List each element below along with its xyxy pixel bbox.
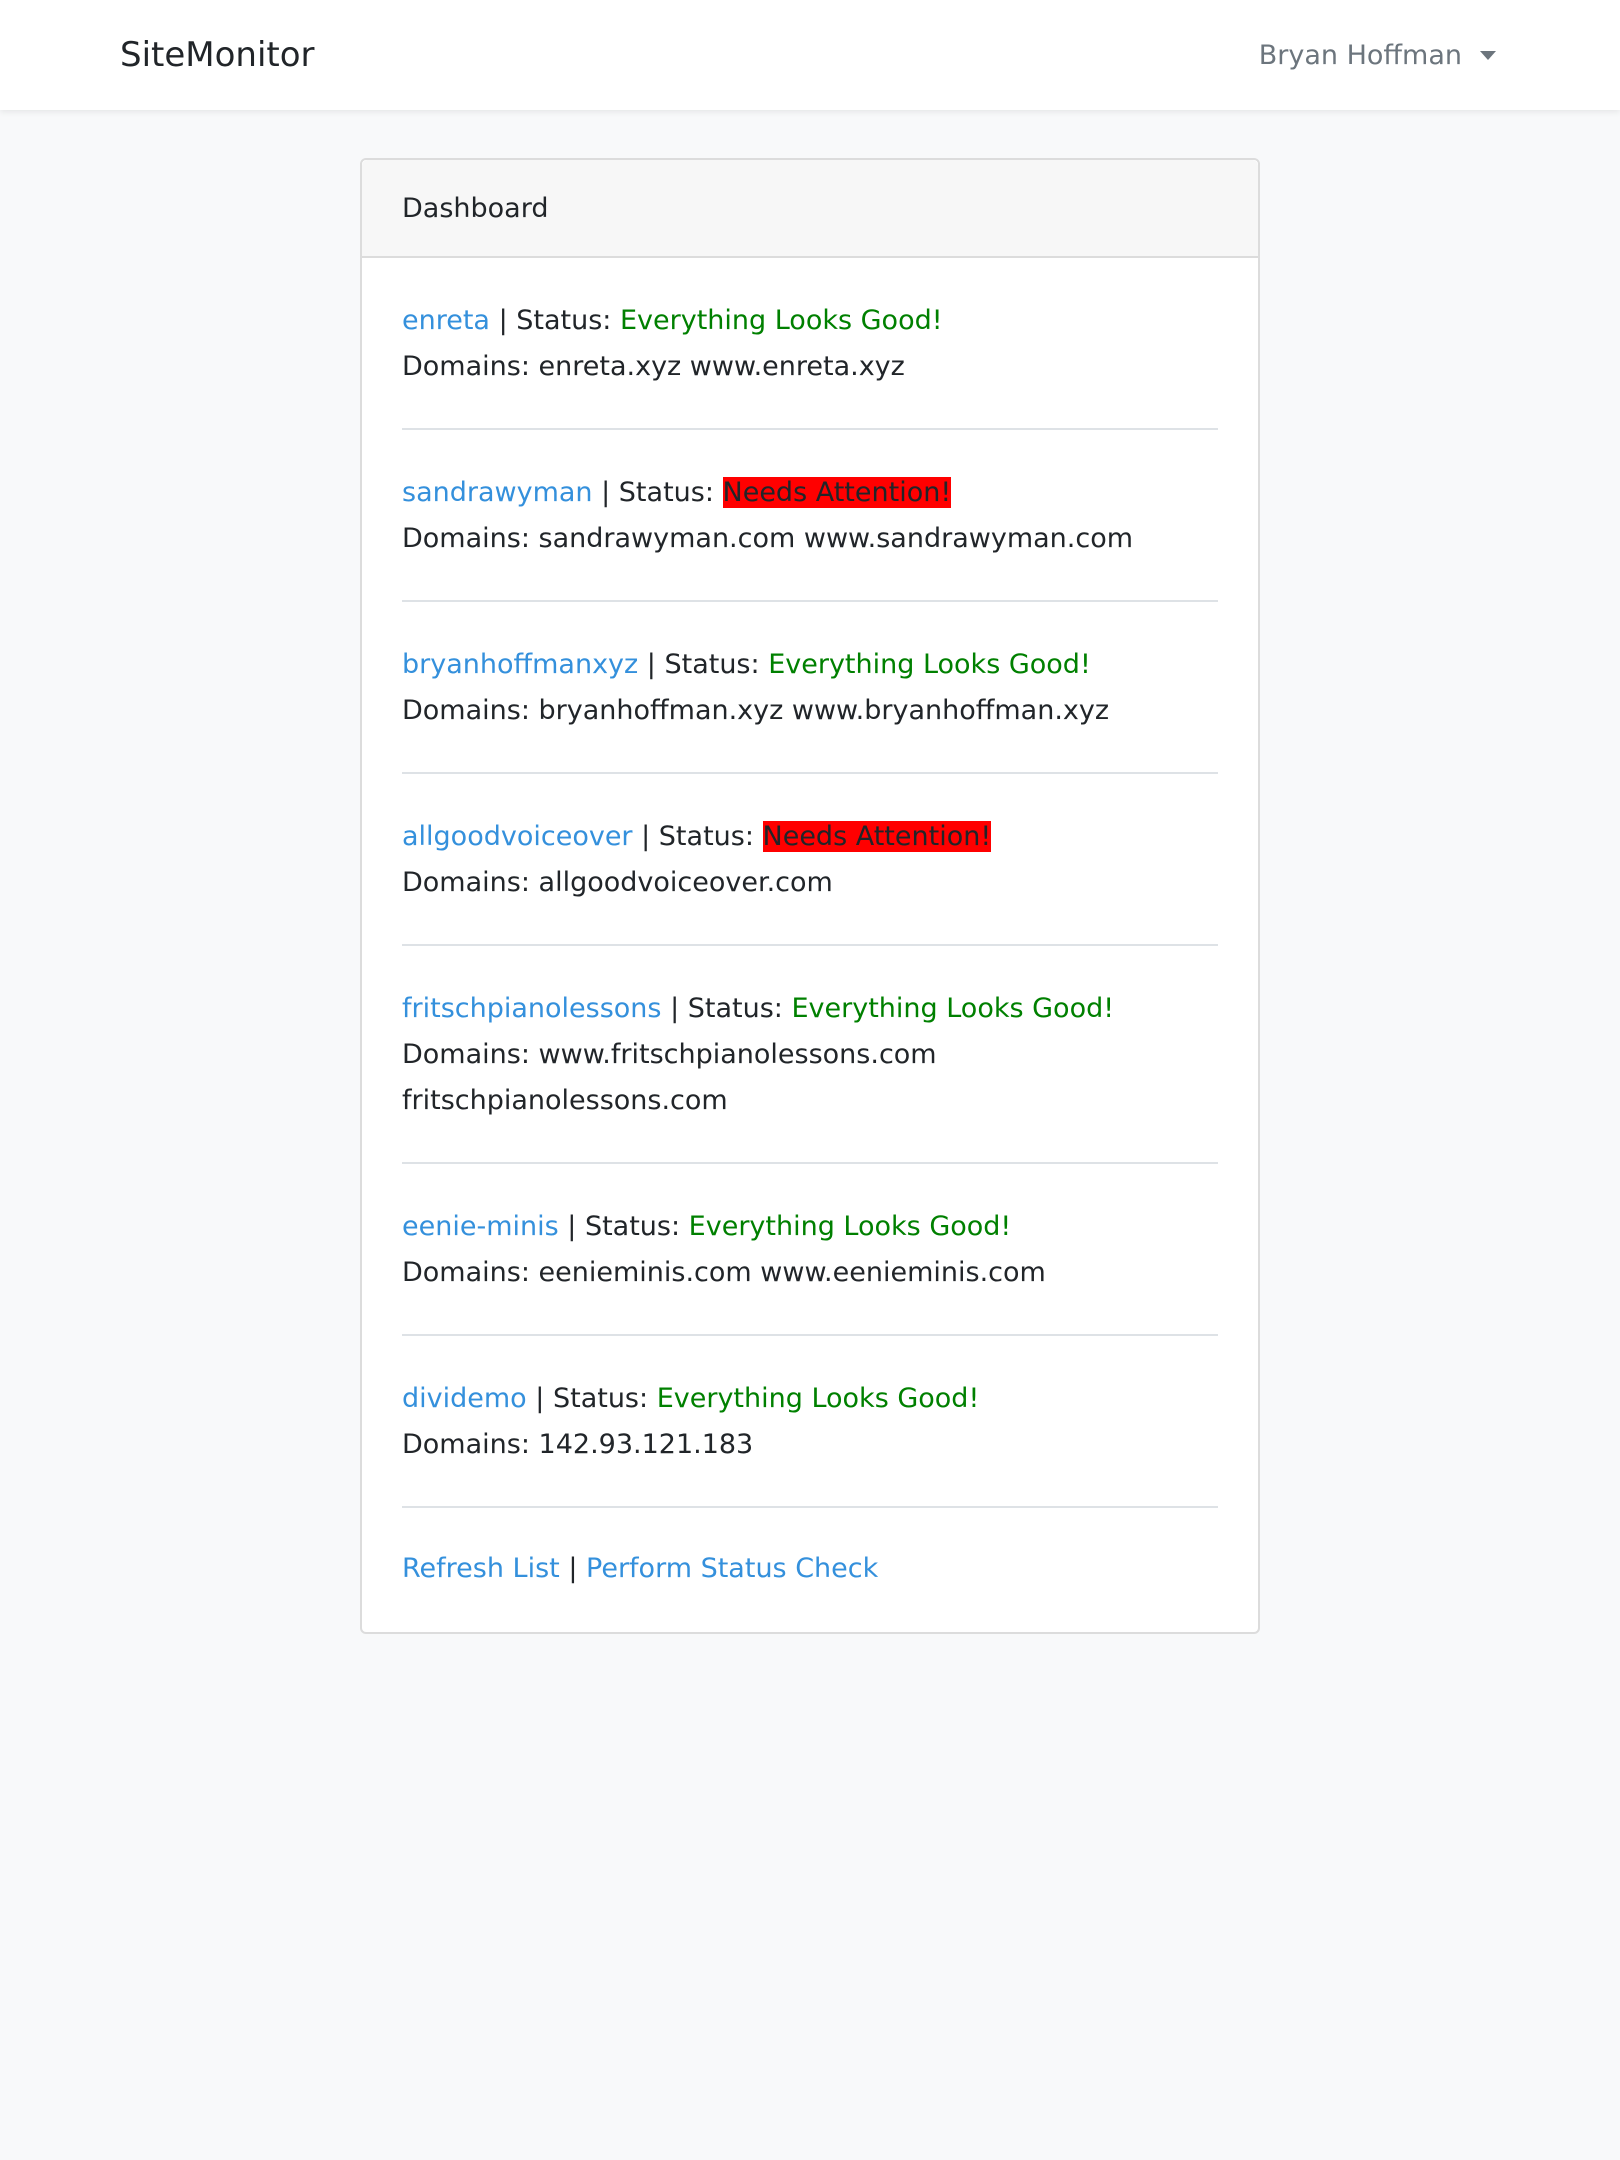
navbar: SiteMonitor Bryan Hoffman bbox=[0, 0, 1620, 110]
status-label: | Status: bbox=[638, 649, 769, 680]
site-item: allgoodvoiceover | Status: Needs Attenti… bbox=[402, 810, 1218, 946]
status-value: Everything Looks Good! bbox=[791, 993, 1115, 1024]
brand-link[interactable]: SiteMonitor bbox=[120, 35, 315, 75]
site-link[interactable]: enreta bbox=[402, 305, 490, 336]
site-item: sandrawyman | Status: Needs Attention! D… bbox=[402, 466, 1218, 602]
status-value: Needs Attention! bbox=[722, 477, 952, 508]
site-link[interactable]: fritschpianolessons bbox=[402, 993, 661, 1024]
caret-down-icon bbox=[1480, 50, 1496, 60]
site-link[interactable]: sandrawyman bbox=[402, 477, 593, 508]
domains-value: allgoodvoiceover.com bbox=[538, 867, 833, 898]
status-value: Everything Looks Good! bbox=[656, 1383, 980, 1414]
status-label: | Status: bbox=[489, 305, 620, 336]
site-link[interactable]: allgoodvoiceover bbox=[402, 821, 633, 852]
site-link[interactable]: bryanhoffmanxyz bbox=[402, 649, 638, 680]
domains-label: Domains: bbox=[402, 1429, 539, 1460]
status-value: Everything Looks Good! bbox=[619, 305, 943, 336]
status-label: | Status: bbox=[632, 821, 763, 852]
perform-status-check-link[interactable]: Perform Status Check bbox=[586, 1553, 878, 1584]
domains-value: eenieminis.com www.eenieminis.com bbox=[538, 1257, 1046, 1288]
site-link[interactable]: dividemo bbox=[402, 1383, 527, 1414]
dashboard-card: Dashboard enreta | Status: Everything Lo… bbox=[360, 158, 1260, 1634]
status-value: Everything Looks Good! bbox=[688, 1211, 1012, 1242]
status-value: Everything Looks Good! bbox=[768, 649, 1091, 680]
domains-label: Domains: bbox=[402, 523, 539, 554]
status-label: | Status: bbox=[592, 477, 723, 508]
domains-value: enreta.xyz www.enreta.xyz bbox=[538, 351, 905, 382]
domains-value: bryanhoffman.xyz www.bryanhoffman.xyz bbox=[538, 695, 1110, 726]
site-item: eenie-minis | Status: Everything Looks G… bbox=[402, 1200, 1218, 1336]
site-link[interactable]: eenie-minis bbox=[402, 1211, 559, 1242]
refresh-list-link[interactable]: Refresh List bbox=[402, 1553, 560, 1584]
status-value: Needs Attention! bbox=[762, 821, 992, 852]
domains-value: 142.93.121.183 bbox=[538, 1429, 754, 1460]
card-actions: Refresh List | Perform Status Check bbox=[402, 1544, 1218, 1592]
domains-label: Domains: bbox=[402, 1257, 539, 1288]
domains-value: sandrawyman.com www.sandrawyman.com bbox=[538, 523, 1134, 554]
domains-label: Domains: bbox=[402, 351, 539, 382]
status-label: | Status: bbox=[526, 1383, 657, 1414]
user-name: Bryan Hoffman bbox=[1258, 39, 1462, 71]
site-item: fritschpianolessons | Status: Everything… bbox=[402, 982, 1218, 1164]
domains-label: Domains: bbox=[402, 867, 539, 898]
site-item: bryanhoffmanxyz | Status: Everything Loo… bbox=[402, 638, 1218, 774]
domains-label: Domains: bbox=[402, 1039, 539, 1070]
status-label: | Status: bbox=[661, 993, 792, 1024]
status-label: | Status: bbox=[558, 1211, 689, 1242]
card-body: enreta | Status: Everything Looks Good! … bbox=[362, 258, 1258, 1632]
card-header: Dashboard bbox=[362, 160, 1258, 258]
site-item: dividemo | Status: Everything Looks Good… bbox=[402, 1372, 1218, 1508]
user-dropdown-toggle[interactable]: Bryan Hoffman bbox=[1259, 40, 1496, 71]
site-item: enreta | Status: Everything Looks Good! … bbox=[402, 294, 1218, 430]
domains-label: Domains: bbox=[402, 695, 539, 726]
separator: | bbox=[559, 1553, 587, 1584]
